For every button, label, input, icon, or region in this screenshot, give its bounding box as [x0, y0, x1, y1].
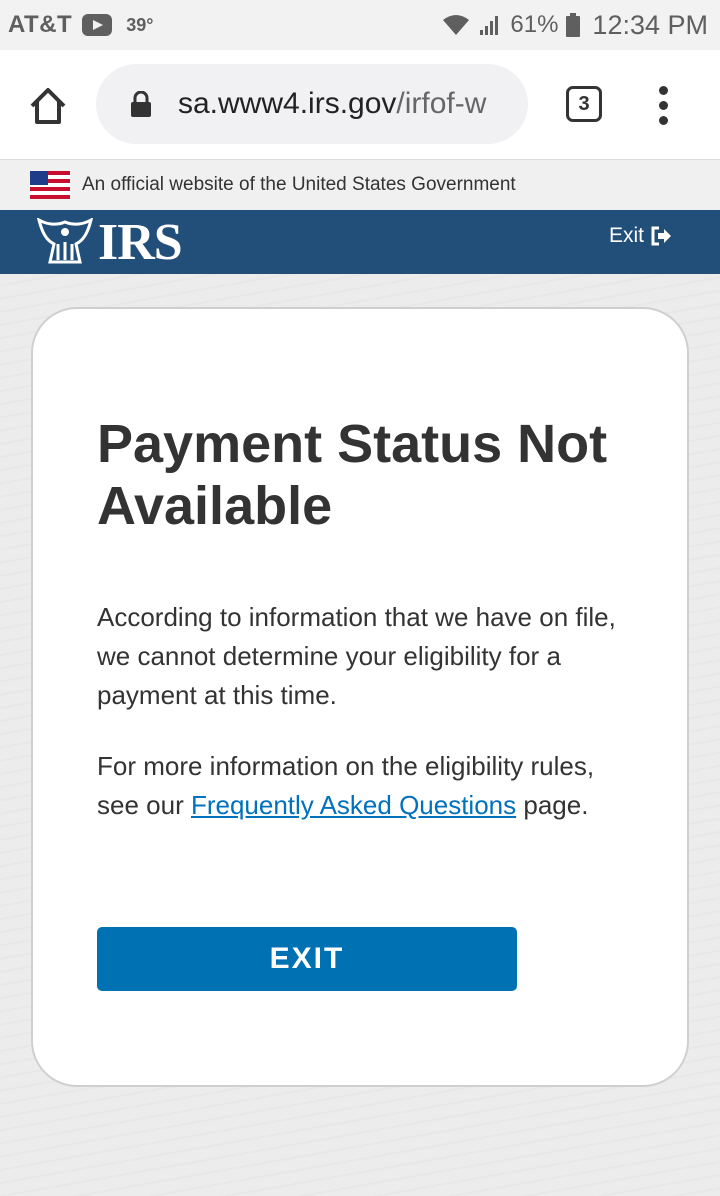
faq-message-after: page. — [516, 790, 589, 820]
irs-header: IRS Exit — [0, 210, 720, 274]
irs-logo[interactable]: IRS — [98, 216, 183, 270]
header-exit-label: Exit — [608, 224, 644, 247]
temperature-label: 39° — [126, 14, 154, 35]
tab-count: 3 — [578, 92, 590, 115]
youtube-icon — [82, 14, 113, 36]
eligibility-message: According to information that we have on… — [97, 602, 616, 710]
irs-eagle-icon[interactable] — [36, 218, 94, 266]
url-text: sa.www4.irs.gov/irfof-w — [178, 87, 486, 121]
wifi-icon — [443, 15, 470, 35]
address-bar[interactable]: sa.www4.irs.gov/irfof-w — [96, 64, 528, 144]
us-flag-icon — [30, 171, 70, 199]
exit-arrow-icon — [651, 226, 671, 246]
lock-icon — [131, 91, 151, 117]
battery-percent: 61% — [510, 11, 559, 38]
menu-dots-icon[interactable] — [656, 86, 670, 126]
tabs-icon[interactable]: 3 — [566, 86, 602, 122]
page-title: Payment Status Not Available — [97, 414, 608, 536]
url-host: sa.www4.irs.gov — [178, 87, 397, 120]
header-exit-link[interactable]: Exit — [609, 224, 672, 248]
exit-button[interactable]: EXIT — [97, 927, 517, 991]
battery-icon — [566, 13, 581, 37]
faq-link[interactable]: Frequently Asked Questions — [191, 790, 516, 820]
browser-toolbar: sa.www4.irs.gov/irfof-w 3 — [0, 50, 720, 160]
url-path: /irfof-w — [396, 87, 487, 120]
status-right: 61% 12:34 PM — [442, 10, 708, 41]
status-bar: AT&T 39° 61% 12:34 PM — [0, 0, 720, 50]
faq-message: For more information on the eligibility … — [97, 747, 637, 825]
gov-banner-text: An official website of the United States… — [82, 174, 516, 195]
gov-banner: An official website of the United States… — [0, 160, 720, 210]
clock: 12:34 PM — [592, 9, 708, 40]
status-card: Payment Status Not Available According t… — [31, 307, 689, 1087]
home-icon[interactable] — [28, 86, 68, 126]
carrier-label: AT&T — [8, 11, 73, 38]
signal-icon — [480, 16, 499, 35]
status-left: AT&T 39° — [8, 11, 153, 39]
